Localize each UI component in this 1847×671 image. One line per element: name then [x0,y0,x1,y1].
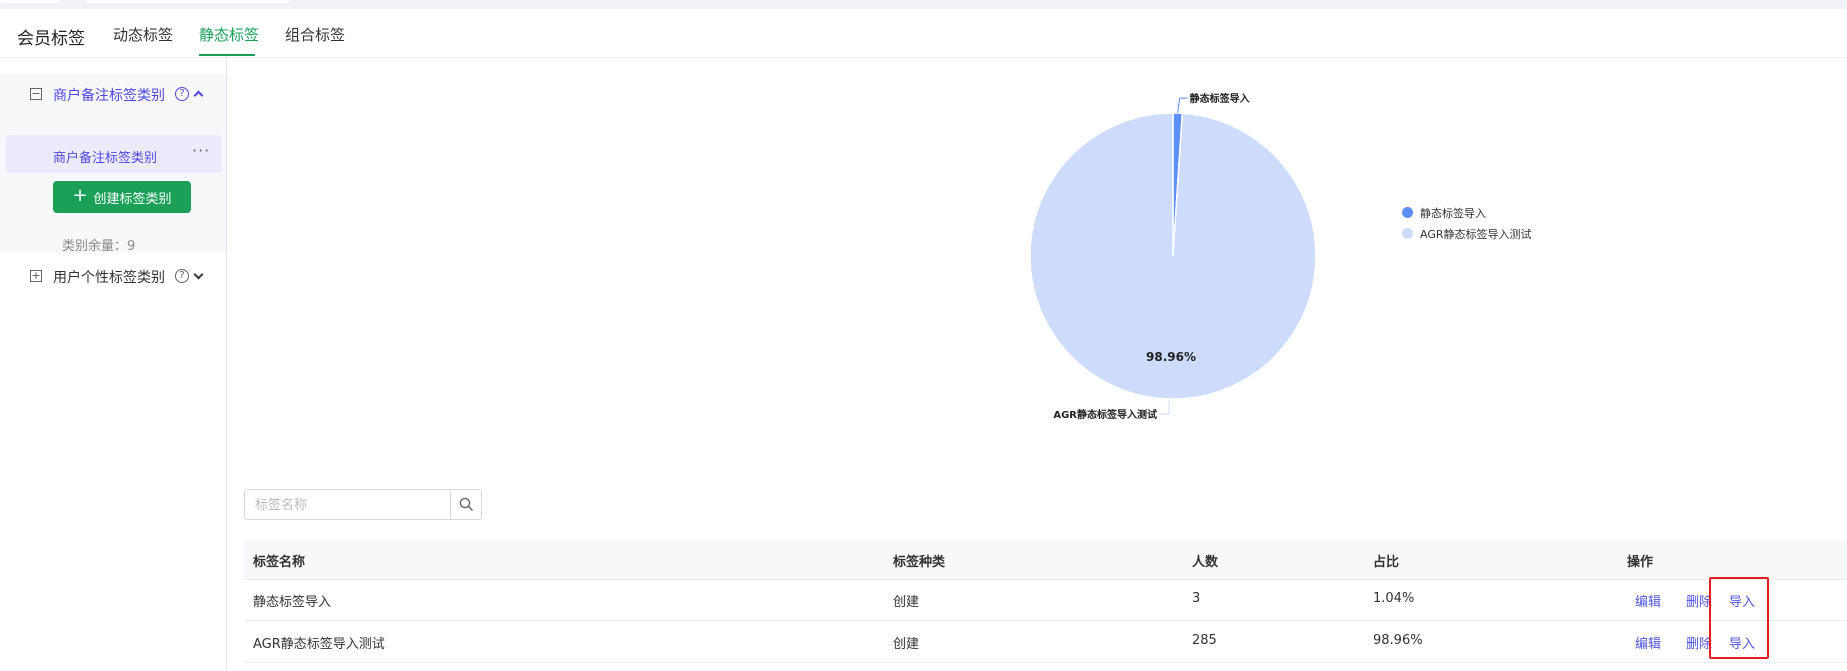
tab-dynamic[interactable]: 动态标签 [113,24,173,45]
column-header: 标签种类 [893,555,946,570]
slice-percent-label: 98.96% [1146,350,1196,364]
pie-chart: 静态标签导入 AGR静态标签导入测试 98.96% [1029,92,1317,421]
pie-chart-area: 静态标签导入 AGR静态标签导入测试 98.96% 静态标签导入 AGR静态标签导入… [227,58,1847,448]
sidebar-group-title[interactable]: 商户备注标签类别 [53,85,165,105]
table-header: 标签名称 标签种类 人数 占比 操作 [244,541,1847,580]
chevron-down-icon[interactable] [193,269,204,280]
legend-label: 静态标签导入 [1420,207,1486,220]
cell-name: AGR静态标签导入测试 [253,637,385,652]
slice-label: 静态标签导入 [1190,92,1250,105]
column-header: 占比 [1373,555,1400,570]
highlight-box [1709,577,1769,659]
pie-label-line [1177,97,1188,114]
cell-kind: 创建 [893,595,920,610]
legend-label: AGR静态标签导入测试 [1420,228,1532,241]
edit-link[interactable]: 编辑 [1635,633,1661,652]
search-button[interactable] [450,490,481,519]
legend-item[interactable]: AGR静态标签导入测试 [1402,226,1532,242]
cell-kind: 创建 [893,637,920,652]
cell-count: 3 [1192,591,1201,606]
create-category-button[interactable]: + 创建标签类别 [53,181,191,213]
sidebar-group-merchant: − 商户备注标签类别 ? 商户备注标签类别 ··· + 创建标签类别 类别余量：… [0,74,226,254]
sidebar-item-merchant-category[interactable]: 商户备注标签类别 ··· [6,135,222,173]
legend-item[interactable]: 静态标签导入 [1402,205,1486,221]
cell-count: 285 [1192,633,1217,648]
search-input[interactable] [245,490,465,521]
header [0,9,1847,58]
edit-link[interactable]: 编辑 [1635,591,1661,610]
category-remaining: 类别余量：9 [62,239,136,254]
table-row: AGR静态标签导入测试 创建 285 98.96% 编辑 删除 导入 [244,621,1847,663]
active-tab-indicator [199,54,255,56]
slice-label: AGR静态标签导入测试 [1053,408,1157,421]
column-header: 人数 [1192,555,1219,570]
tab-chip [86,0,289,3]
expand-icon[interactable]: + [30,270,42,282]
help-icon[interactable]: ? [175,269,189,283]
tab-chip [0,0,60,3]
tab-combined[interactable]: 组合标签 [285,24,345,45]
more-icon[interactable]: ··· [192,141,210,160]
browser-tab-strip [0,0,1847,9]
cell-ratio: 1.04% [1373,591,1415,606]
legend-swatch [1402,207,1413,218]
search-box [244,489,482,521]
cell-ratio: 98.96% [1373,633,1423,648]
legend-swatch [1402,228,1413,239]
search-icon [459,497,473,512]
chevron-up-icon[interactable] [193,90,204,101]
create-category-label: 创建标签类别 [93,191,172,207]
help-icon[interactable]: ? [175,87,189,101]
column-header: 操作 [1627,555,1654,570]
sidebar-item-label: 商户备注标签类别 [53,151,158,166]
sidebar: − 商户备注标签类别 ? 商户备注标签类别 ··· + 创建标签类别 类别余量：… [0,58,227,671]
plus-icon: + [72,185,88,206]
tab-static[interactable]: 静态标签 [199,24,259,45]
sidebar-group-title[interactable]: 用户个性标签类别 [53,267,165,287]
column-header: 标签名称 [253,555,306,570]
cell-name: 静态标签导入 [253,595,332,610]
collapse-icon[interactable]: − [30,88,42,100]
table-row: 静态标签导入 创建 3 1.04% 编辑 删除 导入 [244,579,1847,621]
page-title: 会员标签 [17,29,85,49]
pie-label-line [1159,399,1170,415]
